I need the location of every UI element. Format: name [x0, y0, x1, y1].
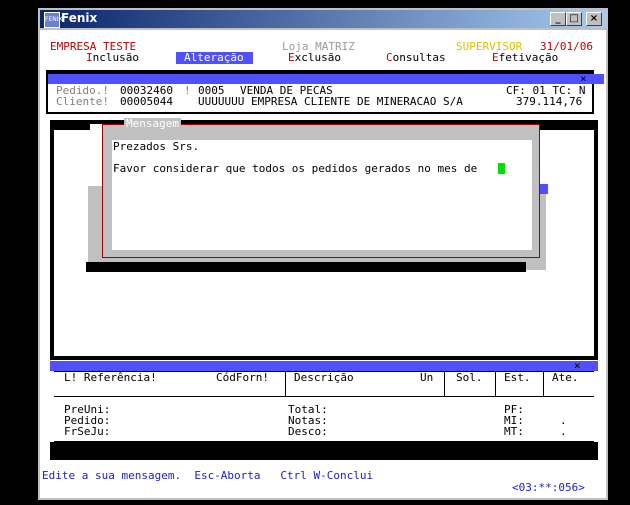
dialog-title: Mensagem — [124, 117, 181, 130]
col-divider — [495, 372, 496, 396]
cliente-label: Cliente! — [56, 95, 109, 108]
behind-window-shadow — [86, 262, 526, 272]
message-line-2: Favor considerar que todos os pedidos ge… — [113, 162, 478, 175]
col-un[interactable]: Un — [420, 372, 433, 384]
col-divider — [543, 372, 544, 396]
order-bar-tail — [592, 74, 604, 84]
behind-window-bar — [540, 184, 548, 194]
menu-efetivacao[interactable]: Efetivação — [492, 52, 558, 64]
pedido-separator: ! — [184, 84, 191, 97]
order-panel-bar — [48, 74, 592, 84]
client-area: EMPRESA TESTE Loja MATRIZ SUPERVISOR 31/… — [40, 30, 606, 498]
col-ate[interactable]: Ate. — [552, 372, 579, 384]
col-est[interactable]: Est. — [504, 372, 531, 384]
items-top-left-shadow — [54, 124, 90, 130]
mt-value: . — [560, 425, 567, 438]
order-close-icon[interactable]: × — [580, 73, 587, 84]
bottom-frame — [50, 442, 598, 460]
status-hint: Edite a sua mensagem. Esc-Aborta Ctrl W-… — [42, 469, 374, 482]
items-top-right-shadow — [538, 124, 594, 130]
desco-label: Desco: — [288, 425, 328, 438]
message-textarea[interactable] — [112, 140, 532, 250]
cliente-code: 00005044 — [120, 95, 173, 108]
table-bar — [50, 361, 598, 371]
title-bar[interactable] — [40, 10, 606, 28]
col-descricao[interactable]: Descrição — [294, 372, 354, 384]
col-codforn[interactable]: CódForn! — [216, 372, 269, 384]
table-close-icon[interactable]: × — [574, 360, 581, 371]
order-total: 379.114,76 — [516, 95, 583, 108]
mt-label: MT: — [504, 425, 524, 438]
app-icon: FENIX — [44, 12, 63, 28]
maximize-button[interactable]: □ — [566, 12, 582, 26]
text-cursor — [498, 163, 505, 174]
message-line-1: Prezados Srs. — [113, 140, 200, 153]
col-referencia[interactable]: L! Referência! — [64, 372, 157, 384]
cliente-name: UUUUUUU EMPRESA CLIENTE DE MINERACAO S/A — [198, 95, 463, 108]
close-button[interactable]: × — [586, 12, 602, 26]
menu-inclusao[interactable]: Inclusão — [86, 52, 139, 64]
window-title: Fenix — [61, 11, 98, 25]
col-divider — [285, 372, 286, 396]
menu-consultas[interactable]: Consultas — [386, 52, 446, 64]
frseju-label: FrSeJu: — [64, 425, 111, 438]
col-divider — [444, 372, 445, 396]
minimize-button[interactable]: _ — [550, 12, 566, 26]
col-sol[interactable]: Sol. — [456, 372, 483, 384]
cursor-position: <03:**:056> — [512, 481, 585, 494]
menu-exclusao[interactable]: Exclusão — [288, 52, 341, 64]
menu-alteracao[interactable]: Alteração — [184, 52, 244, 64]
